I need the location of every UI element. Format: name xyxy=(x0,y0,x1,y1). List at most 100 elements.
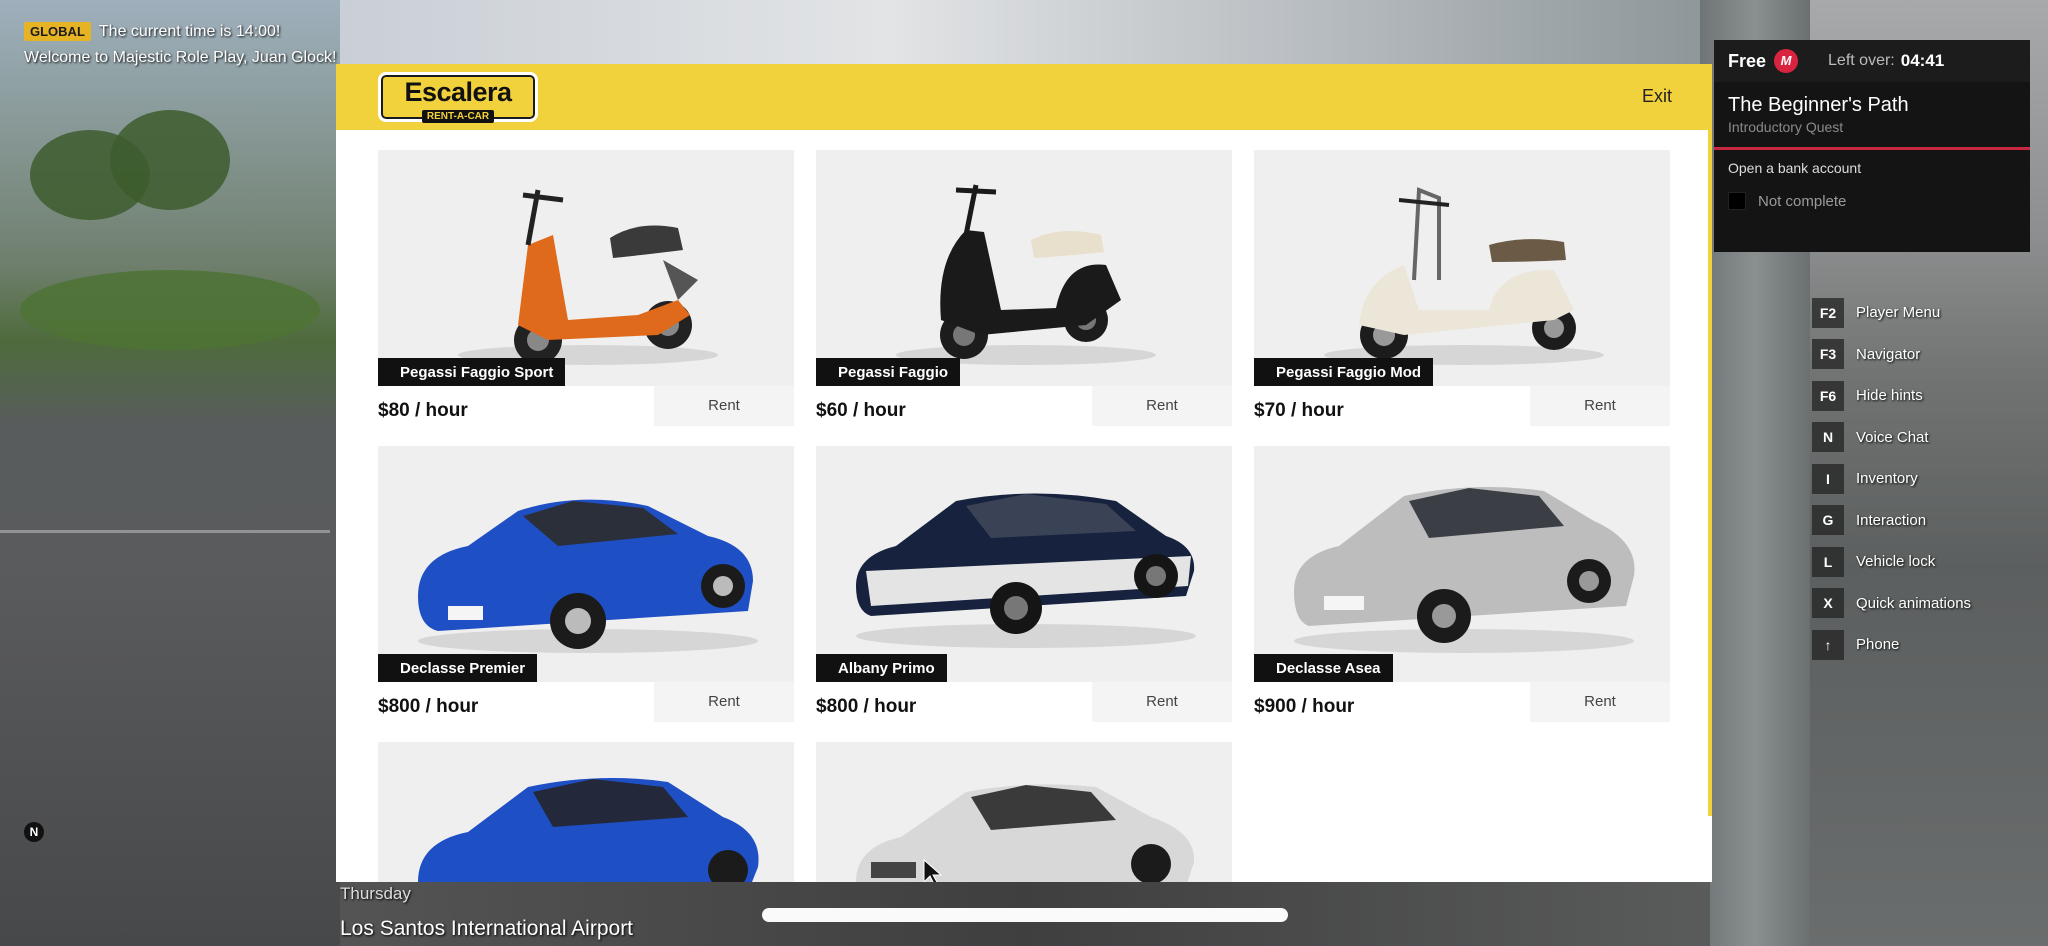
rent-button[interactable]: Rent xyxy=(1530,682,1670,722)
rental-panel: Escalera RENT-A-CAR Exit Pegassi Faggio … xyxy=(336,64,1712,882)
card-footer: $800 / hour Rent xyxy=(816,682,1232,722)
scooter-icon xyxy=(458,189,718,365)
key-badge: N xyxy=(1812,422,1844,453)
key-badge: G xyxy=(1812,505,1844,536)
left-over-label: Left over: xyxy=(1828,52,1895,69)
rent-button[interactable]: Rent xyxy=(654,682,794,722)
vehicle-card: Pegassi Faggio Sport $80 / hour Rent xyxy=(378,150,794,426)
vehicle-price: $80 / hour xyxy=(378,400,468,421)
scooter-icon xyxy=(1324,187,1604,365)
arrow-up-icon: ↑ xyxy=(1812,629,1844,660)
vehicle-image[interactable]: Albany Primo xyxy=(816,446,1232,682)
hint-label: Navigator xyxy=(1856,345,1921,363)
car-icon xyxy=(418,499,758,653)
vehicle-card xyxy=(378,742,794,882)
car-icon xyxy=(1294,487,1635,653)
status-checkbox xyxy=(1728,192,1746,210)
quest-header: Free M Left over: 04:41 xyxy=(1714,40,2030,82)
card-footer: $80 / hour Rent xyxy=(378,386,794,426)
hint-label: Player Menu xyxy=(1856,304,1941,322)
vehicle-image[interactable]: Pegassi Faggio xyxy=(816,150,1232,386)
hint-label: Inventory xyxy=(1856,470,1918,488)
compass-north-icon: N xyxy=(24,822,44,842)
vehicle-image[interactable]: Declasse Asea xyxy=(1254,446,1670,682)
hint-navigator: F3 Navigator xyxy=(1812,334,1971,376)
vehicle-price: $800 / hour xyxy=(816,696,917,717)
vehicle-image[interactable] xyxy=(816,742,1232,882)
key-badge: L xyxy=(1812,546,1844,577)
car-icon xyxy=(418,778,759,882)
scooter-icon xyxy=(896,184,1156,365)
left-over-time: 04:41 xyxy=(1900,51,1945,70)
hint-label: Hide hints xyxy=(1856,387,1923,405)
card-footer: $60 / hour Rent xyxy=(816,386,1232,426)
hint-label: Quick animations xyxy=(1856,594,1972,612)
chat-message: Welcome to Majestic Role Play, Juan Gloc… xyxy=(24,49,336,67)
panel-header: Escalera RENT-A-CAR Exit xyxy=(336,64,1712,130)
background-buildings xyxy=(340,0,1710,70)
hint-label: Vehicle lock xyxy=(1856,553,1936,571)
quest-status: Not complete xyxy=(1714,186,2030,216)
key-badge: F2 xyxy=(1812,297,1844,328)
home-indicator[interactable] xyxy=(762,908,1288,922)
vehicle-price: $800 / hour xyxy=(378,696,479,717)
global-badge: GLOBAL xyxy=(24,22,91,41)
vehicle-name: Declasse Asea xyxy=(1254,654,1393,682)
hedge xyxy=(20,270,320,350)
card-footer: $70 / hour Rent xyxy=(1254,386,1670,426)
rent-button[interactable]: Rent xyxy=(1092,682,1232,722)
quest-panel: Free M Left over: 04:41 The Beginner's P… xyxy=(1714,40,2030,252)
vehicle-name: Pegassi Faggio Mod xyxy=(1254,358,1434,386)
hint-label: Interaction xyxy=(1856,511,1927,529)
logo-text: Escalera xyxy=(404,77,512,107)
car-icon xyxy=(856,493,1196,648)
location-day: Thursday xyxy=(340,884,411,903)
palm-tree xyxy=(110,110,230,210)
hint-interaction: G Interaction xyxy=(1812,500,1971,542)
road-line xyxy=(0,530,330,533)
vehicle-card: Declasse Asea $900 / hour Rent xyxy=(1254,446,1670,722)
quest-subtitle: Introductory Quest xyxy=(1714,117,2030,150)
hint-quick-animations: X Quick animations xyxy=(1812,583,1971,625)
rent-button[interactable]: Rent xyxy=(654,386,794,426)
vehicle-image[interactable] xyxy=(378,742,794,882)
chat-text: The current time is 14:00! xyxy=(98,22,281,40)
key-badge: F3 xyxy=(1812,339,1844,370)
vehicle-image[interactable]: Pegassi Faggio Mod xyxy=(1254,150,1670,386)
hint-voice-chat: N Voice Chat xyxy=(1812,417,1971,459)
rent-button[interactable]: Rent xyxy=(1530,386,1670,426)
vehicle-card: Pegassi Faggio $60 / hour Rent xyxy=(816,150,1232,426)
hint-vehicle-lock: L Vehicle lock xyxy=(1812,541,1971,583)
quest-title: The Beginner's Path xyxy=(1728,94,1909,116)
quest-task: Open a bank account xyxy=(1728,160,1862,176)
vehicle-name: Pegassi Faggio Sport xyxy=(378,358,566,386)
escalera-logo: Escalera RENT-A-CAR xyxy=(378,72,538,123)
vehicle-name: Pegassi Faggio xyxy=(816,358,961,386)
vehicle-name: Declasse Premier xyxy=(378,654,538,682)
chat-text: Welcome to Majestic Role Play, Juan Gloc… xyxy=(24,49,337,66)
card-footer: $800 / hour Rent xyxy=(378,682,794,722)
hint-hide-hints: F6 Hide hints xyxy=(1812,375,1971,417)
majestic-icon: M xyxy=(1774,49,1799,73)
vehicle-card: Pegassi Faggio Mod $70 / hour Rent xyxy=(1254,150,1670,426)
vehicle-price: $70 / hour xyxy=(1254,400,1344,421)
vehicle-card xyxy=(816,742,1232,882)
vehicle-price: $60 / hour xyxy=(816,400,906,421)
exit-button[interactable]: Exit xyxy=(1642,86,1672,107)
scrollbar[interactable] xyxy=(1708,130,1712,816)
chat-overlay: GLOBAL The current time is 14:00! Welcom… xyxy=(24,22,336,75)
free-label: Free xyxy=(1728,50,1767,71)
hint-inventory: I Inventory xyxy=(1812,458,1971,500)
location-name: Los Santos International Airport xyxy=(340,917,634,940)
logo-subtext: RENT-A-CAR xyxy=(421,110,495,123)
vehicle-image[interactable]: Declasse Premier xyxy=(378,446,794,682)
chat-message: GLOBAL The current time is 14:00! xyxy=(24,22,336,41)
status-text: Not complete xyxy=(1758,192,1847,210)
rent-button[interactable]: Rent xyxy=(1092,386,1232,426)
card-footer: $900 / hour Rent xyxy=(1254,682,1670,722)
vehicle-name: Albany Primo xyxy=(816,654,947,682)
hint-player-menu: F2 Player Menu xyxy=(1812,292,1971,334)
hint-phone: ↑ Phone xyxy=(1812,624,1971,666)
vehicle-card: Declasse Premier $800 / hour Rent xyxy=(378,446,794,722)
vehicle-image[interactable]: Pegassi Faggio Sport xyxy=(378,150,794,386)
